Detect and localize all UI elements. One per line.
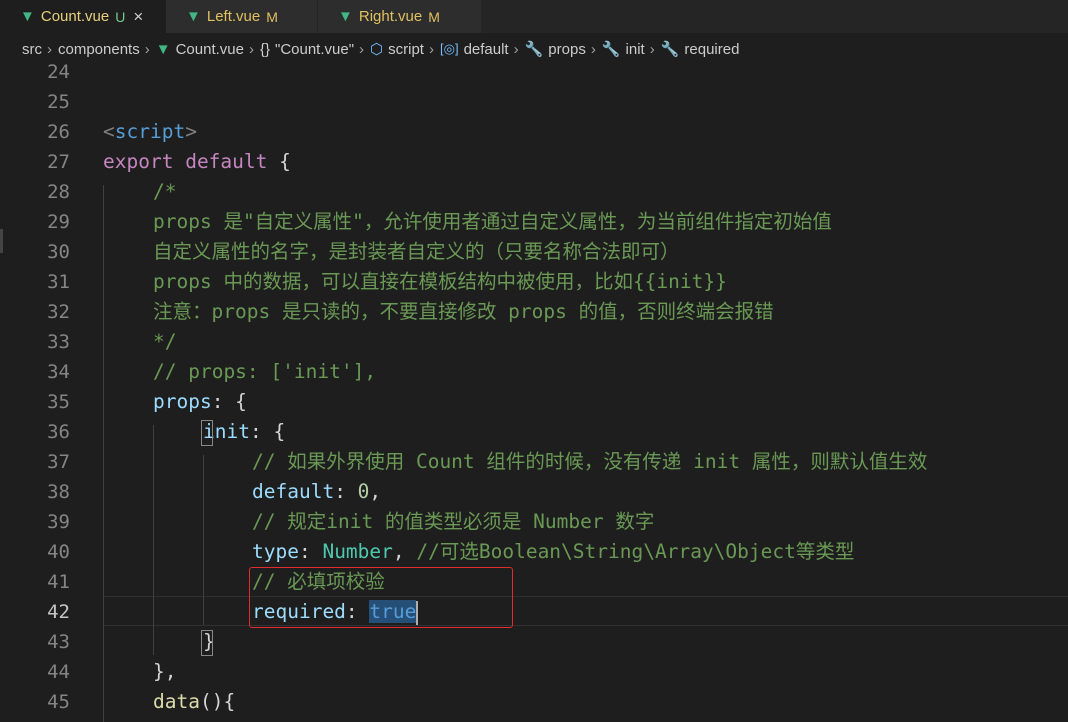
line-number: 32 <box>47 301 70 323</box>
tab-count-vue[interactable]: ▼ Count.vue U × <box>0 0 166 33</box>
line-number: 37 <box>47 451 70 473</box>
chevron-right-icon: › <box>47 40 52 58</box>
breadcrumb-module[interactable]: "Count.vue" <box>275 41 354 58</box>
code-line: data(){ <box>153 690 236 713</box>
line-number: 27 <box>47 151 70 173</box>
breadcrumb-file[interactable]: Count.vue <box>176 41 244 58</box>
line-number: 24 <box>47 61 70 83</box>
code-line: */ <box>153 330 177 353</box>
chevron-right-icon: › <box>144 40 150 58</box>
annotation-highlight-box <box>249 567 513 628</box>
breadcrumb-src[interactable]: src <box>22 41 42 58</box>
code-line: // props: ['init'], <box>153 360 377 383</box>
code-line: props 中的数据，可以直接在模板结构中被使用，比如{{init}} <box>153 270 727 293</box>
tab-label: Right.vue <box>358 8 423 25</box>
tab-left-vue[interactable]: ▼ Left.vue M <box>166 0 318 33</box>
cube-icon: ⬡ <box>370 41 384 58</box>
chevron-right-icon: › <box>248 40 254 58</box>
chevron-right-icon: › <box>428 40 434 58</box>
line-number: 29 <box>47 211 70 233</box>
line-number: 30 <box>47 241 70 263</box>
code-line: props 是"自定义属性"，允许使用者通过自定义属性，为当前组件指定初始值 <box>153 210 832 233</box>
code-line: // 如果外界使用 Count 组件的时候，没有传递 init 属性，则默认值生… <box>252 450 928 473</box>
tab-bar: ▼ Count.vue U × ▼ Left.vue M ▼ Right.vue… <box>0 0 1068 33</box>
breadcrumb-default[interactable]: default <box>464 41 509 58</box>
tab-label: Left.vue <box>206 8 261 25</box>
line-number: 36 <box>47 421 70 443</box>
breadcrumb-init[interactable]: init <box>626 41 645 58</box>
vue-icon: ▼ <box>20 8 35 25</box>
line-number-current: 42 <box>47 601 70 623</box>
line-number: 35 <box>47 391 70 413</box>
line-number: 33 <box>47 331 70 353</box>
breadcrumb-components[interactable]: components <box>58 41 140 58</box>
vue-icon: ▼ <box>155 40 171 58</box>
wrench-icon: 🔧 <box>601 41 621 58</box>
breadcrumb-required[interactable]: required <box>684 41 739 58</box>
line-number: 34 <box>47 361 70 383</box>
code-line: export default { <box>103 150 291 173</box>
untracked-badge: U <box>115 8 126 25</box>
breadcrumb-props[interactable]: props <box>548 41 586 58</box>
line-number: 43 <box>47 631 70 653</box>
line-number: 28 <box>47 181 70 203</box>
line-number: 39 <box>47 511 70 533</box>
line-number: 45 <box>47 691 70 713</box>
bracket-match-highlight <box>201 630 213 656</box>
tab-label: Count.vue <box>40 8 110 25</box>
code-line: init: { <box>203 420 286 443</box>
bracket-match-highlight <box>201 420 213 446</box>
vue-icon: ▼ <box>186 8 201 25</box>
wrench-icon: 🔧 <box>660 41 680 58</box>
line-number: 25 <box>47 91 70 113</box>
chevron-right-icon: › <box>590 40 596 58</box>
code-line: props: { <box>153 390 247 413</box>
code-line: <script> <box>103 120 197 143</box>
chevron-right-icon: › <box>359 40 365 58</box>
chevron-right-icon: › <box>649 40 655 58</box>
code-line: 注意：props 是只读的，不要直接修改 props 的值，否则终端会报错 <box>153 300 774 323</box>
vue-icon: ▼ <box>338 8 353 25</box>
modified-badge: M <box>428 8 440 25</box>
breadcrumb-script[interactable]: script <box>388 41 424 58</box>
close-icon[interactable]: × <box>133 7 143 27</box>
line-number: 44 <box>47 661 70 683</box>
wrench-icon: 🔧 <box>524 41 544 58</box>
tab-right-vue[interactable]: ▼ Right.vue M <box>318 0 482 33</box>
modified-badge: M <box>266 8 278 25</box>
code-line: type: Number, //可选Boolean\String\Array\O… <box>252 540 855 563</box>
line-number: 40 <box>47 541 70 563</box>
chevron-right-icon: › <box>513 40 519 58</box>
line-number: 41 <box>47 571 70 593</box>
code-line: // 规定init 的值类型必须是 Number 数字 <box>252 510 655 533</box>
line-number: 38 <box>47 481 70 503</box>
code-editor[interactable]: 24 25 26 <script> 27 export default { 28… <box>0 61 1068 722</box>
field-icon: [◎] <box>439 41 459 56</box>
code-line: }, <box>153 660 177 683</box>
braces-icon: {} <box>259 40 270 58</box>
line-number: 26 <box>47 121 70 143</box>
line-number: 31 <box>47 271 70 293</box>
code-line: default: 0, <box>252 480 382 503</box>
code-line: /* <box>153 180 177 203</box>
code-line: 自定义属性的名字，是封装者自定义的（只要名称合法即可） <box>153 240 680 263</box>
